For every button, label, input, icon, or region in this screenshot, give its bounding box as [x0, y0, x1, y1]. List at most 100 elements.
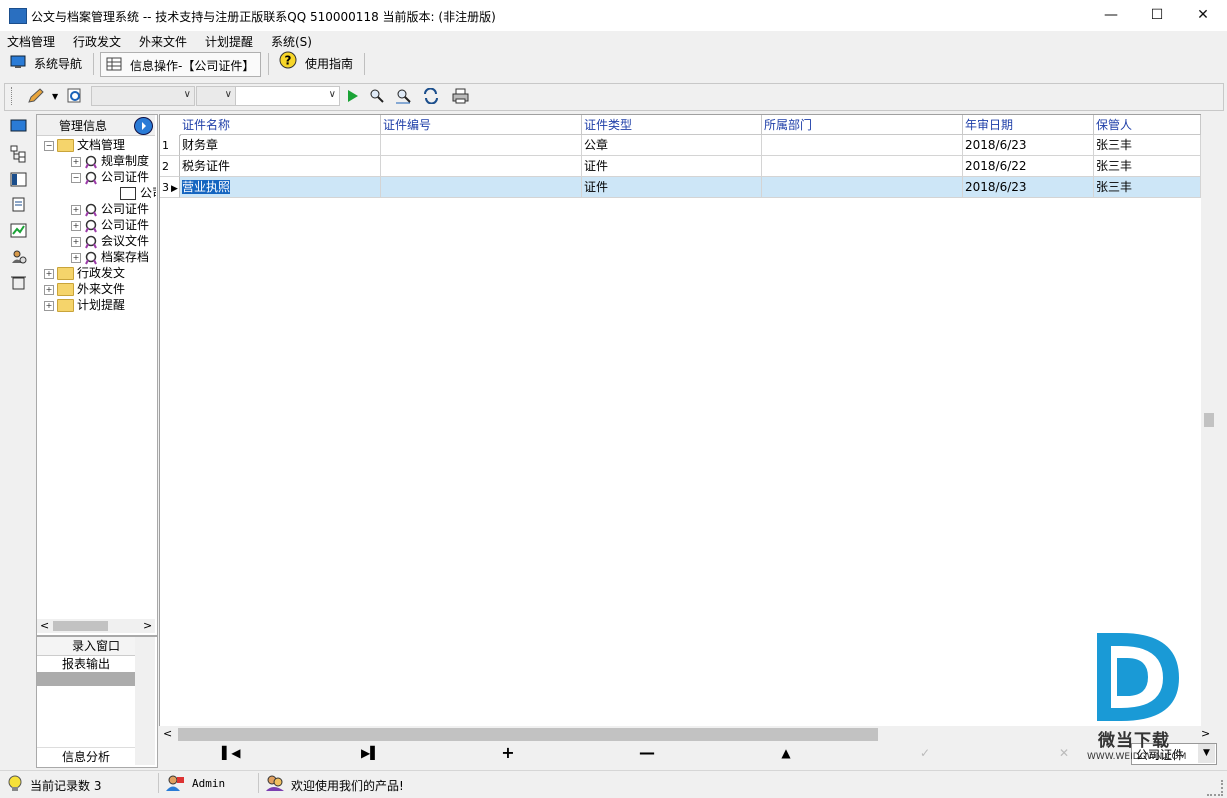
nav-panel-scrollbar[interactable] [135, 637, 155, 765]
field-select[interactable]: ∨ [91, 86, 195, 106]
scroll-thumb[interactable] [178, 728, 878, 741]
last-record-icon[interactable]: ▶▌ [361, 745, 379, 761]
expand-panel-icon[interactable] [134, 117, 153, 135]
add-record-icon[interactable]: + [500, 745, 516, 761]
tab-info-operation[interactable]: 信息操作-【公司证件】 [100, 52, 261, 77]
trash-icon[interactable] [10, 275, 27, 290]
run-query-icon[interactable] [345, 88, 363, 104]
expand-icon[interactable]: + [71, 220, 81, 231]
cell-department[interactable] [762, 177, 963, 198]
cell-department[interactable] [762, 156, 963, 177]
scroll-thumb[interactable] [53, 621, 108, 631]
chart-icon[interactable] [10, 223, 27, 238]
col-header-review-date[interactable]: 年审日期 [963, 115, 1094, 135]
tree-node-plan-reminder[interactable]: + 计划提醒 [44, 297, 125, 313]
scroll-left-icon[interactable]: < [40, 619, 49, 632]
find-next-icon[interactable] [395, 88, 413, 104]
chevron-down-icon[interactable]: ▼ [1198, 744, 1215, 763]
maximize-button[interactable]: ☐ [1134, 0, 1180, 31]
scroll-left-icon[interactable]: < [163, 727, 172, 740]
menu-incoming-files[interactable]: 外来文件 [139, 33, 187, 50]
tree-node-rules[interactable]: + 规章制度 [71, 153, 156, 169]
row-number[interactable]: 2 [160, 156, 180, 177]
first-record-icon[interactable]: ▌◀ [222, 745, 240, 761]
cell-review-date[interactable]: 2018/6/23 [963, 177, 1094, 198]
tree-node-company-cert-child[interactable]: 公司证件 [120, 185, 156, 201]
tree-node-admin-documents[interactable]: + 行政发文 [44, 265, 125, 281]
row-number[interactable]: 3 ▶ [160, 177, 180, 198]
scroll-right-icon[interactable]: > [143, 619, 152, 632]
expand-icon[interactable]: + [44, 300, 54, 311]
cell-keeper[interactable]: 张三丰 [1094, 177, 1201, 198]
cancel-record-icon[interactable]: ✕ [1056, 745, 1072, 761]
grid-vscrollbar[interactable] [1201, 114, 1217, 726]
cell-keeper[interactable]: 张三丰 [1094, 135, 1201, 156]
org-tree-icon[interactable] [10, 145, 27, 163]
tree-node-archive[interactable]: + 档案存档 [71, 249, 156, 265]
expand-icon[interactable]: + [71, 204, 81, 215]
user-settings-icon[interactable] [10, 249, 27, 264]
menu-system[interactable]: 系统(S) [271, 33, 312, 50]
cell-cert-name[interactable]: 财务章 [180, 135, 381, 156]
cell-cert-number[interactable] [381, 177, 582, 198]
tab-system-nav[interactable]: 系统导航 [10, 51, 82, 78]
expand-icon[interactable]: + [44, 284, 54, 295]
cell-cert-name[interactable]: 税务证件 [180, 156, 381, 177]
cell-cert-number[interactable] [381, 135, 582, 156]
search-icon[interactable] [66, 88, 84, 104]
expand-icon[interactable]: + [71, 156, 81, 167]
cell-cert-type[interactable]: 公章 [582, 135, 762, 156]
tab-user-guide[interactable]: ? 使用指南 [279, 51, 353, 78]
nav-info-analysis[interactable]: 信息分析 [37, 747, 135, 766]
cell-department[interactable] [762, 135, 963, 156]
value-combo[interactable]: ∨ [235, 86, 340, 106]
nav-panel-scroll-area[interactable] [37, 672, 135, 686]
cell-review-date[interactable]: 2018/6/22 [963, 156, 1094, 177]
scroll-thumb[interactable] [1204, 413, 1214, 427]
cell-cert-name[interactable]: 营业执照 [180, 177, 381, 198]
operator-select[interactable]: ∨ [196, 86, 236, 106]
expand-icon[interactable]: + [71, 252, 81, 263]
document-icon[interactable] [10, 197, 27, 212]
col-header-department[interactable]: 所属部门 [762, 115, 963, 135]
tree-node-company-cert[interactable]: − 公司证件 [71, 169, 156, 185]
find-icon[interactable] [368, 88, 386, 104]
refresh-icon[interactable] [422, 87, 440, 105]
delete-record-icon[interactable]: — [639, 745, 655, 761]
grid-hscrollbar[interactable]: < > [159, 726, 1217, 743]
minimize-button[interactable]: — [1088, 0, 1134, 31]
col-header-keeper[interactable]: 保管人 [1094, 115, 1201, 135]
collapse-icon[interactable]: − [44, 140, 54, 151]
print-icon[interactable] [450, 88, 469, 104]
close-button[interactable]: ✕ [1180, 0, 1226, 31]
cell-cert-type[interactable]: 证件 [582, 156, 762, 177]
col-header-cert-type[interactable]: 证件类型 [582, 115, 762, 135]
tree-node-company-cert-2[interactable]: + 公司证件 [71, 201, 156, 217]
tree-node-meeting-files[interactable]: + 会议文件 [71, 233, 156, 249]
cell-cert-number[interactable] [381, 156, 582, 177]
tree-node-incoming-files[interactable]: + 外来文件 [44, 281, 125, 297]
row-number[interactable]: 1 [160, 135, 180, 156]
scroll-right-icon[interactable]: > [1201, 727, 1210, 740]
edit-pencil-icon[interactable] [27, 88, 45, 104]
expand-icon[interactable]: + [44, 268, 54, 279]
col-header-cert-name[interactable]: 证件名称 [180, 115, 381, 135]
expand-icon[interactable]: + [71, 236, 81, 247]
nav-report-output[interactable]: 报表输出 [37, 656, 135, 673]
resize-grip[interactable] [1207, 780, 1223, 796]
ledger-icon[interactable] [10, 172, 27, 187]
collapse-icon[interactable]: − [71, 172, 81, 183]
col-header-cert-number[interactable]: 证件编号 [381, 115, 582, 135]
monitor-icon[interactable] [10, 119, 27, 134]
edit-record-icon[interactable]: ▲ [778, 745, 794, 761]
menu-admin-documents[interactable]: 行政发文 [73, 33, 121, 50]
cell-cert-type[interactable]: 证件 [582, 177, 762, 198]
cell-review-date[interactable]: 2018/6/23 [963, 135, 1094, 156]
menu-plan-reminder[interactable]: 计划提醒 [205, 33, 253, 50]
tree-hscrollbar[interactable]: < > [37, 619, 155, 633]
cell-keeper[interactable]: 张三丰 [1094, 156, 1201, 177]
post-record-icon[interactable]: ✓ [917, 745, 933, 761]
menu-doc-management[interactable]: 文档管理 [7, 33, 55, 50]
tree-node-company-cert-3[interactable]: + 公司证件 [71, 217, 156, 233]
tree-node-doc-management[interactable]: − 文档管理 [44, 137, 125, 153]
